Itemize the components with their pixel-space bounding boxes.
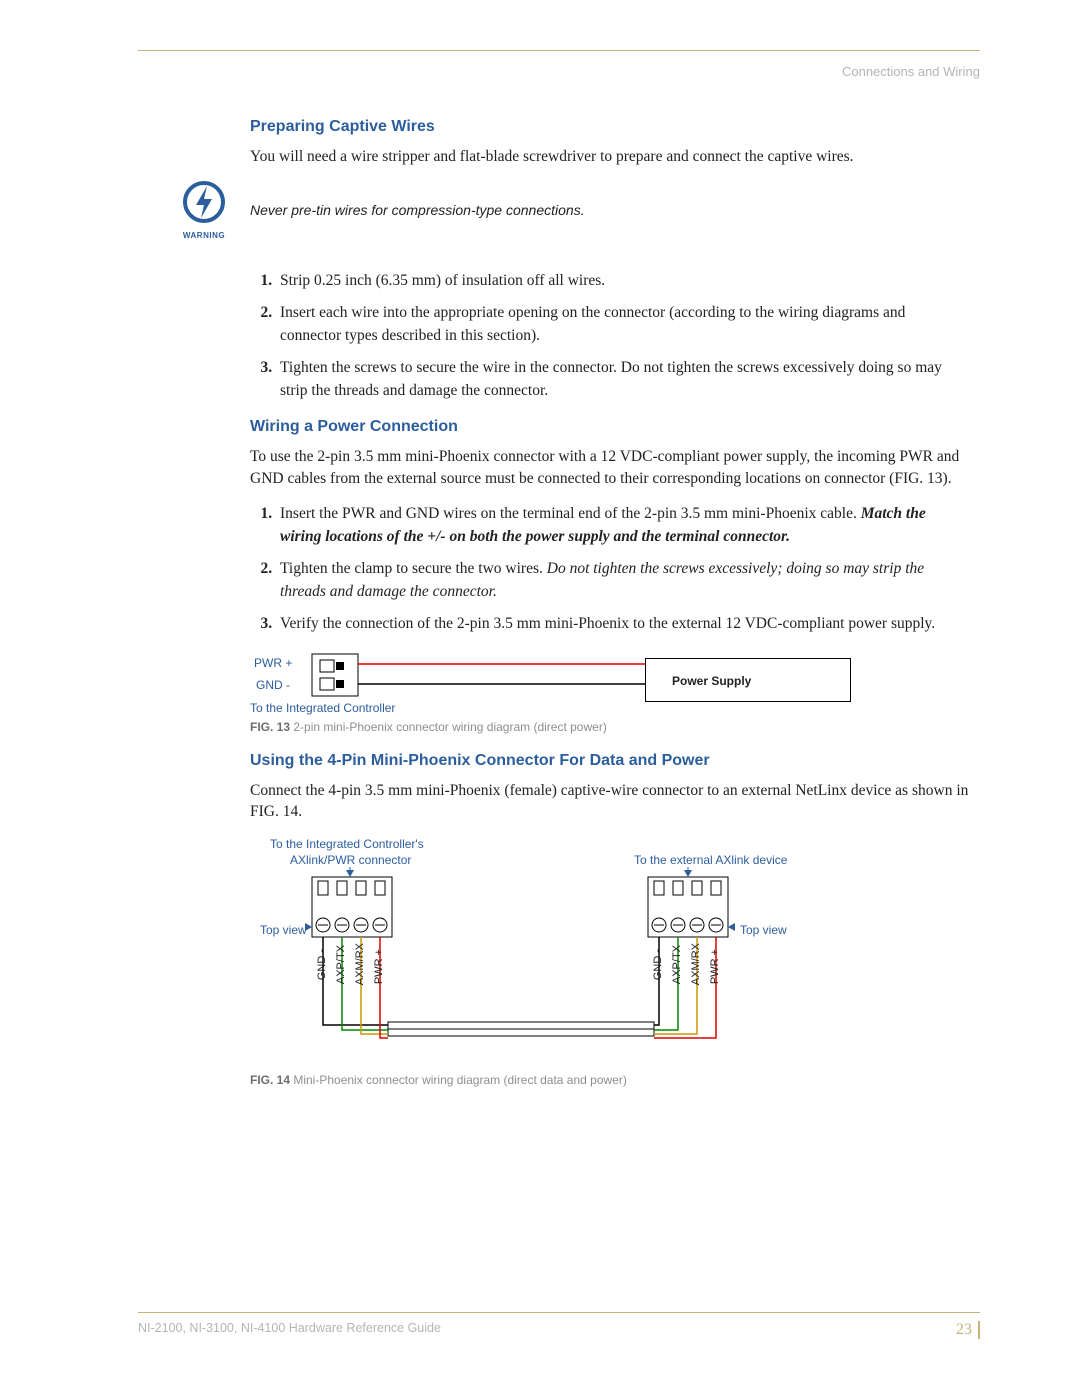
fig14-caption-bold: FIG. 14	[250, 1073, 290, 1087]
fig14-right-gnd: GND -	[652, 949, 664, 980]
s2-step1: Insert the PWR and GND wires on the term…	[276, 503, 970, 548]
fig14-caption: FIG. 14 Mini-Phoenix connector wiring di…	[250, 1073, 970, 1087]
fig14-caption-text: Mini-Phoenix connector wiring diagram (d…	[290, 1073, 627, 1087]
fig14-right-axptx: AXP/TX	[671, 945, 683, 984]
fig14-left-axptx: AXP/TX	[335, 945, 347, 984]
s1-steps: Strip 0.25 inch (6.35 mm) of insulation …	[250, 270, 970, 402]
fig14-diagram: To the Integrated Controller's AXlink/PW…	[250, 837, 810, 1067]
s1-step1: Strip 0.25 inch (6.35 mm) of insulation …	[276, 270, 970, 292]
fig14-left-gnd: GND -	[316, 949, 328, 980]
header-rule	[138, 50, 980, 51]
s1-step2: Insert each wire into the appropriate op…	[276, 302, 970, 347]
warning-icon: WARNING	[178, 180, 230, 240]
footer-guide-name: NI-2100, NI-3100, NI-4100 Hardware Refer…	[138, 1321, 441, 1339]
fig13-gnd-label: GND -	[256, 678, 290, 692]
heading-wiring-power: Wiring a Power Connection	[250, 418, 970, 436]
fig14-left-axmrx: AXM/RX	[354, 943, 366, 985]
s2-step2-text: Tighten the clamp to secure the two wire…	[280, 560, 547, 577]
fig13-to-controller-label: To the Integrated Controller	[250, 701, 395, 715]
s2-step2: Tighten the clamp to secure the two wire…	[276, 558, 970, 603]
p-s1-intro: You will need a wire stripper and flat-b…	[250, 146, 970, 168]
p-s2-intro: To use the 2-pin 3.5 mm mini-Phoenix con…	[250, 446, 970, 489]
header-section: Connections and Wiring	[842, 64, 980, 79]
fig13-pwr-label: PWR +	[254, 656, 292, 670]
page-number: 23	[956, 1321, 980, 1339]
p-s3-intro: Connect the 4-pin 3.5 mm mini-Phoenix (f…	[250, 780, 970, 823]
fig13-power-supply-text: Power Supply	[672, 674, 751, 688]
fig13-caption-text: 2-pin mini-Phoenix connector wiring diag…	[290, 720, 607, 734]
fig14-right-pwr: PWR +	[709, 949, 721, 984]
heading-4pin: Using the 4-Pin Mini-Phoenix Connector F…	[250, 752, 970, 770]
s2-steps: Insert the PWR and GND wires on the term…	[250, 503, 970, 635]
fig13-diagram: PWR + GND - To the Integrated Controller…	[250, 652, 855, 714]
fig14-left-pwr: PWR +	[373, 949, 385, 984]
s1-step3: Tighten the screws to secure the wire in…	[276, 357, 970, 402]
fig13-caption: FIG. 13 2-pin mini-Phoenix connector wir…	[250, 720, 970, 734]
s2-step3: Verify the connection of the 2-pin 3.5 m…	[276, 613, 970, 635]
warning-label: WARNING	[178, 231, 230, 240]
fig14-right-axmrx: AXM/RX	[690, 943, 702, 985]
warning-text: Never pre-tin wires for compression-type…	[250, 188, 970, 218]
heading-preparing-captive-wires: Preparing Captive Wires	[250, 118, 970, 136]
fig13-caption-bold: FIG. 13	[250, 720, 290, 734]
s2-step1-text: Insert the PWR and GND wires on the term…	[280, 505, 861, 522]
